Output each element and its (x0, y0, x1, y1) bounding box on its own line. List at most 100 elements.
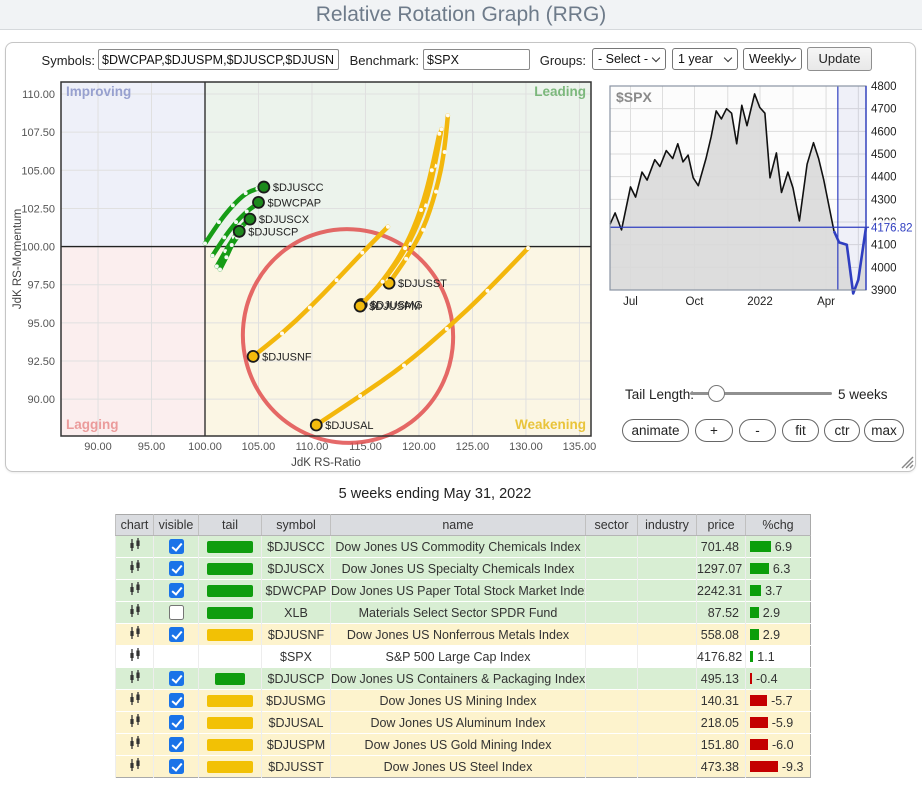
tail-week-dot (526, 246, 530, 250)
candlestick-chart-icon[interactable] (128, 648, 142, 662)
cell-name: Dow Jones US Containers & Packaging Inde… (331, 668, 586, 690)
cell-tail (199, 668, 262, 690)
chevron-down-icon (652, 54, 660, 62)
visible-checkbox[interactable] (169, 715, 184, 730)
cell-visible (154, 536, 199, 558)
rrg-label-$DWCPAP: $DWCPAP (267, 197, 321, 209)
cell-chart (116, 690, 154, 712)
candlestick-chart-icon[interactable] (128, 582, 142, 596)
cell-symbol: $SPX (262, 646, 331, 668)
column-header-chart[interactable]: chart (116, 515, 154, 536)
y-tick-label: 92.50 (27, 356, 55, 368)
cell-price: 2242.31 (697, 580, 746, 602)
cell-name: Dow Jones US Commodity Chemicals Index (331, 536, 586, 558)
y-tick-label: 102.50 (21, 203, 55, 215)
column-header-tail[interactable]: tail (199, 515, 262, 536)
spx-y-tick: 3900 (871, 285, 897, 297)
cell-tail (199, 558, 262, 580)
column-header-chg[interactable]: %chg (746, 515, 811, 536)
visible-checkbox[interactable] (169, 605, 184, 620)
period-select[interactable]: 1 year (672, 48, 738, 70)
zoom-in-button[interactable]: + (695, 419, 733, 442)
page-header: Relative Rotation Graph (RRG) (0, 0, 922, 30)
pct-change-value: 3.7 (765, 584, 782, 598)
zoom-out-button[interactable]: - (739, 419, 776, 442)
tail-week-dot (437, 132, 441, 136)
cell-tail (199, 536, 262, 558)
candlestick-chart-icon[interactable] (128, 560, 142, 574)
table-row-$DJUSPM: $DJUSPMDow Jones US Gold Mining Index151… (116, 734, 811, 756)
frequency-select[interactable]: Weekly (743, 48, 802, 70)
tail-color-swatch (207, 695, 253, 707)
visible-checkbox[interactable] (169, 671, 184, 686)
candlestick-chart-icon[interactable] (128, 538, 142, 552)
cell-visible (154, 734, 199, 756)
visible-checkbox[interactable] (169, 539, 184, 554)
cell-sector (586, 558, 638, 580)
visible-checkbox[interactable] (169, 583, 184, 598)
rrg-marker-$DJUSCC[interactable] (258, 182, 269, 193)
column-header-name[interactable]: name (331, 515, 586, 536)
pct-change-value: -0.4 (756, 672, 778, 686)
visible-checkbox[interactable] (169, 759, 184, 774)
table-row-$SPX: $SPXS&P 500 Large Cap Index4176.821.1 (116, 646, 811, 668)
pct-change-bar (750, 695, 767, 706)
candlestick-chart-icon[interactable] (128, 626, 142, 640)
spx-y-tick: 4800 (871, 81, 897, 93)
pct-change-value: -5.7 (771, 694, 793, 708)
rrg-marker-$DJUSAL[interactable] (311, 420, 322, 431)
spx-y-tick: 4500 (871, 149, 897, 161)
rrg-marker-$DJUSNF[interactable] (248, 351, 259, 362)
table-row-$DJUSCX: $DJUSCXDow Jones US Specialty Chemicals … (116, 558, 811, 580)
tail-week-dot (445, 327, 449, 331)
cell-industry (638, 558, 697, 580)
candlestick-chart-icon[interactable] (128, 714, 142, 728)
column-header-sector[interactable]: sector (586, 515, 638, 536)
symbols-input[interactable] (98, 49, 339, 70)
candlestick-chart-icon[interactable] (128, 692, 142, 706)
groups-select[interactable]: - Select - (592, 48, 666, 70)
x-tick-label: 95.00 (138, 441, 166, 453)
column-header-visible[interactable]: visible (154, 515, 199, 536)
column-header-symbol[interactable]: symbol (262, 515, 331, 536)
column-header-industry[interactable]: industry (638, 515, 697, 536)
symbols-table: chartvisibletailsymbolnamesectorindustry… (115, 514, 811, 778)
cell-name: Dow Jones US Mining Index (331, 690, 586, 712)
animate-button[interactable]: animate (622, 419, 689, 442)
cell-price: 558.08 (697, 624, 746, 646)
resize-grip-icon[interactable] (898, 453, 914, 469)
visible-checkbox[interactable] (169, 627, 184, 642)
center-button[interactable]: ctr (824, 419, 860, 442)
cell-industry (638, 690, 697, 712)
cell-chart (116, 756, 154, 778)
rrg-marker-$DJUSPM[interactable] (355, 301, 366, 312)
rrg-marker-$DJUSCX[interactable] (244, 214, 255, 225)
rrg-marker-$DJUSCP[interactable] (234, 226, 245, 237)
cell-sector (586, 580, 638, 602)
candlestick-chart-icon[interactable] (128, 736, 142, 750)
cell-name: Dow Jones US Paper Total Stock Market In… (331, 580, 586, 602)
visible-checkbox[interactable] (169, 561, 184, 576)
visible-checkbox[interactable] (169, 693, 184, 708)
visible-checkbox[interactable] (169, 737, 184, 752)
spx-x-tick: Jul (623, 296, 638, 308)
cell-industry (638, 536, 697, 558)
rrg-marker-$DWCPAP[interactable] (253, 197, 264, 208)
cell-pct-change: -9.3 (746, 756, 811, 778)
update-button[interactable]: Update (807, 47, 872, 71)
tail-week-dot (222, 235, 226, 239)
fit-button[interactable]: fit (782, 419, 819, 442)
tail-week-dot (402, 364, 406, 368)
tail-week-dot (421, 228, 425, 232)
max-button[interactable]: max (864, 419, 904, 442)
cell-visible (154, 624, 199, 646)
benchmark-input[interactable] (423, 49, 530, 70)
tail-week-dot (224, 255, 228, 259)
candlestick-chart-icon[interactable] (128, 758, 142, 772)
candlestick-chart-icon[interactable] (128, 604, 142, 618)
cell-name: Dow Jones US Nonferrous Metals Index (331, 624, 586, 646)
tail-length-slider-thumb[interactable] (708, 385, 725, 402)
tail-length-value: 5 weeks (838, 387, 888, 402)
candlestick-chart-icon[interactable] (128, 670, 142, 684)
column-header-price[interactable]: price (697, 515, 746, 536)
